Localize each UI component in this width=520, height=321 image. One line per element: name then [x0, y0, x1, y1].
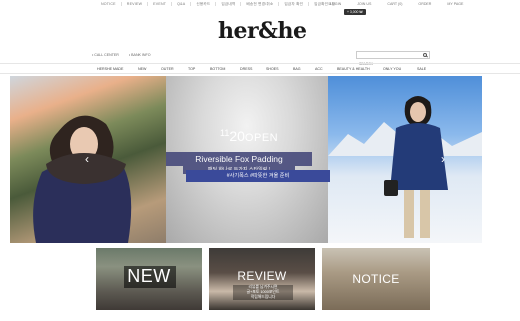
new-banner-label: NEW: [127, 266, 171, 286]
notice-banner-label: NOTICE: [352, 272, 400, 286]
join-link[interactable]: JOIN US: [349, 2, 379, 6]
top-nav-qna[interactable]: Q&A: [172, 2, 192, 6]
hero-date-month: 11: [220, 128, 230, 138]
site-logo[interactable]: her&he: [218, 18, 308, 44]
category-bag[interactable]: BAG: [293, 67, 301, 71]
category-sale[interactable]: SALE: [417, 67, 426, 71]
hero-open-date: 1120OPEN: [220, 128, 278, 146]
top-nav-notice[interactable]: NOTICE: [96, 2, 122, 6]
call-center-link[interactable]: • CALL CENTER: [92, 53, 119, 57]
top-nav-event[interactable]: EVENT: [148, 2, 173, 6]
top-nav-change-cancel[interactable]: 배송전 변경/취소: [241, 2, 280, 6]
model-photo-right: [384, 96, 448, 238]
top-bar: NOTICE REVIEW EVENT Q&A 신용카드 입금내역 배송전 변경…: [0, 0, 520, 9]
category-hershe-made[interactable]: HERSHE MADE: [97, 67, 123, 71]
model-photo-left: [33, 115, 132, 243]
bank-info-link[interactable]: • BANK INFO: [129, 53, 151, 57]
category-outer[interactable]: OUTER: [161, 67, 174, 71]
hero-right-photo: [328, 76, 482, 243]
prev-arrow-icon[interactable]: ‹: [82, 152, 92, 166]
hero-tagline: #사기폭스 #따뜻한 겨울 준비: [226, 173, 290, 179]
login-link[interactable]: LOGIN: [322, 2, 349, 6]
review-banner[interactable]: REVIEW 리뷰를 남겨주시면 글+포토 1000포인트 적립해드립니다: [209, 248, 315, 310]
review-caption: 리뷰를 남겨주시면 글+포토 1000포인트 적립해드립니다: [233, 285, 293, 300]
search-box: [356, 51, 430, 67]
category-nav: HERSHE MADE NEW OUTER TOP BOTTOM DRESS S…: [0, 63, 520, 74]
order-link[interactable]: ORDER: [410, 2, 439, 6]
sub-info: • CALL CENTER • BANK INFO: [92, 53, 151, 57]
category-bottom[interactable]: BOTTOM: [210, 67, 225, 71]
category-beauty-health[interactable]: BEAUTY & HEALTH: [337, 67, 370, 71]
hero-open-label: OPEN: [244, 132, 279, 144]
join-bonus-badge: + 3,000 ₩: [344, 9, 366, 15]
hero-date-day: 20: [229, 128, 245, 144]
review-banner-label: REVIEW: [237, 269, 287, 283]
top-nav-review[interactable]: REVIEW: [122, 2, 149, 6]
category-only-you[interactable]: ONLY YOU: [383, 67, 401, 71]
search-icon[interactable]: [423, 53, 427, 57]
category-acc[interactable]: ACC: [315, 67, 323, 71]
hero-tagline-band: #사기폭스 #따뜻한 겨울 준비: [186, 170, 330, 182]
category-top[interactable]: TOP: [188, 67, 195, 71]
review-caption-line: 적립해드립니다: [233, 295, 293, 300]
category-new[interactable]: NEW: [138, 67, 146, 71]
top-util: LOGIN JOIN US CART (0) ORDER MY PAGE: [322, 2, 471, 6]
top-nav-deposit[interactable]: 입금내역: [216, 2, 242, 6]
hero-banner[interactable]: 1120OPEN Riversible Fox Padding 패딩 하나로 두…: [10, 76, 482, 243]
top-nav-depositor[interactable]: 입금자 확인: [279, 2, 310, 6]
new-banner[interactable]: NEW: [96, 248, 202, 310]
top-nav-credit-card[interactable]: 신용카드: [191, 2, 217, 6]
cart-link[interactable]: CART (0): [379, 2, 410, 6]
category-shoes[interactable]: SHOES: [266, 67, 279, 71]
hero-title-band: Riversible Fox Padding: [166, 152, 312, 166]
mypage-link[interactable]: MY PAGE: [439, 2, 471, 6]
top-nav: NOTICE REVIEW EVENT Q&A 신용카드 입금내역 배송전 변경…: [96, 2, 340, 6]
category-dress[interactable]: DRESS: [240, 67, 252, 71]
hero-title: Riversible Fox Padding: [195, 154, 283, 164]
thumb-banners: NEW REVIEW 리뷰를 남겨주시면 글+포토 1000포인트 적립해드립니…: [96, 248, 430, 310]
notice-banner[interactable]: NOTICE: [322, 248, 430, 310]
next-arrow-icon[interactable]: ›: [438, 152, 448, 166]
